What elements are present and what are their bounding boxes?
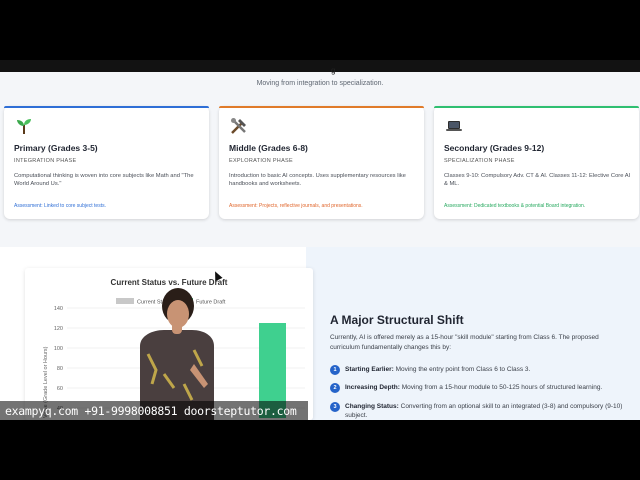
card-phase: EXPLORATION PHASE [229, 158, 293, 164]
shift-title: A Major Structural Shift [330, 313, 464, 327]
y-tick-label: 100 [54, 346, 63, 352]
card-middle: Middle (Grades 6-8) EXPLORATION PHASE In… [219, 106, 424, 219]
card-accent [219, 106, 424, 108]
card-assessment: Assessment: Linked to core subject tests… [14, 203, 106, 209]
step-number: 2 [330, 383, 340, 393]
card-title: Primary (Grades 3-5) [14, 143, 98, 153]
tools-icon [229, 116, 249, 136]
step-text: Moving from a 15-hour module to 50-125 h… [399, 384, 603, 391]
sprout-icon [14, 116, 34, 136]
shift-description: Currently, AI is offered merely as a 15-… [330, 334, 599, 351]
legend-swatch-current [116, 298, 134, 304]
card-assessment: Assessment: Projects, reflective journal… [229, 203, 363, 209]
step-head: Changing Status: [345, 403, 399, 410]
watermark-text: exampyq.com +91-9998008851 doorsteptutor… [5, 404, 297, 418]
card-phase: SPECIALIZATION PHASE [444, 158, 515, 164]
card-assessment: Assessment: Dedicated textbooks & potent… [444, 203, 586, 209]
watermark-banner: exampyq.com +91-9998008851 doorsteptutor… [0, 401, 308, 420]
y-tick-label: 120 [54, 326, 63, 332]
step-number: 3 [330, 402, 340, 412]
step-head: Starting Earlier: [345, 366, 394, 373]
laptop-icon [444, 116, 464, 136]
card-accent [4, 106, 209, 108]
card-description: Classes 9-10: Compulsory Adv. CT & AI. C… [444, 173, 631, 187]
y-tick-label: 140 [54, 306, 63, 312]
y-tick-label: 80 [57, 366, 63, 372]
card-title: Middle (Grades 6-8) [229, 143, 308, 153]
step-head: Increasing Depth: [345, 384, 400, 391]
card-phase: INTEGRATION PHASE [14, 158, 77, 164]
step-number: 1 [330, 365, 340, 375]
card-title: Secondary (Grades 9-12) [444, 143, 545, 153]
card-accent [434, 106, 639, 108]
step-text: Moving the entry point from Class 6 to C… [393, 366, 531, 373]
top-strip [0, 60, 640, 72]
card-description: Introduction to basic AI concepts. Uses … [229, 173, 406, 187]
section-subtitle: Moving from integration to specializatio… [256, 80, 384, 87]
y-tick-label: 60 [57, 386, 63, 392]
card-secondary: Secondary (Grades 9-12) SPECIALIZATION P… [434, 106, 639, 219]
card-primary: Primary (Grades 3-5) INTEGRATION PHASE C… [4, 106, 209, 219]
card-description: Computational thinking is woven into cor… [14, 173, 194, 187]
presenter-video-overlay [134, 284, 216, 420]
section-heading-fragment: g [331, 66, 336, 75]
